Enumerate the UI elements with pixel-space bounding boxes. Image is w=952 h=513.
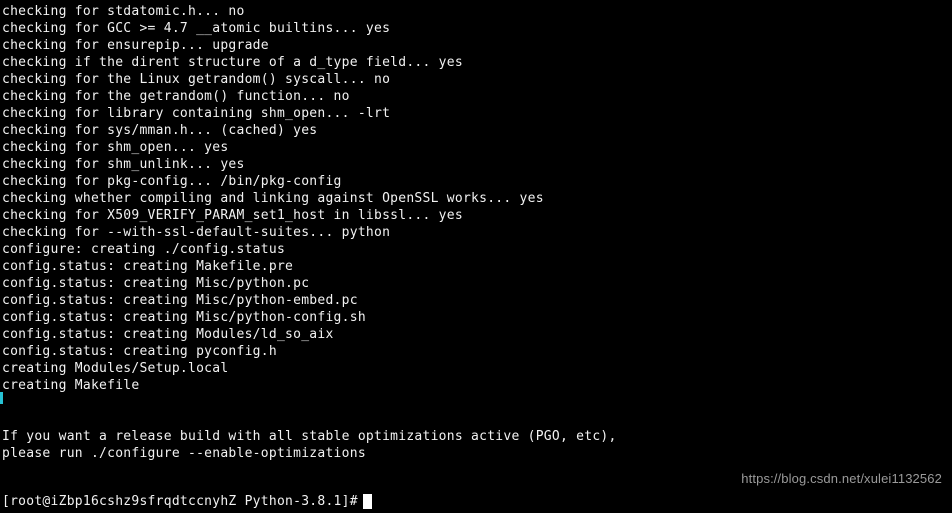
- terminal-line: config.status: creating Modules/ld_so_ai…: [2, 327, 334, 342]
- text-cursor-block: [362, 494, 372, 509]
- terminal-line: checking for shm_open... yes: [2, 140, 229, 155]
- terminal-line: creating Makefile: [2, 378, 140, 393]
- terminal-line: checking for pkg-config... /bin/pkg-conf…: [2, 174, 342, 189]
- terminal-line: config.status: creating pyconfig.h: [2, 344, 277, 359]
- terminal-line: config.status: creating Misc/python-conf…: [2, 310, 366, 325]
- terminal-line: checking for ensurepip... upgrade: [2, 38, 269, 53]
- terminal-line: checking for the Linux getrandom() sysca…: [2, 72, 391, 87]
- terminal-window[interactable]: checking for stdatomic.h... no checking f…: [0, 0, 952, 513]
- terminal-line: checking for X509_VERIFY_PARAM_set1_host…: [2, 208, 463, 223]
- terminal-line: checking for shm_unlink... yes: [2, 157, 245, 172]
- terminal-line: configure: creating ./config.status: [2, 242, 286, 257]
- terminal-line: config.status: creating Misc/python.pc: [2, 276, 310, 291]
- terminal-line: please run ./configure --enable-optimiza…: [2, 446, 366, 461]
- terminal-line: checking whether compiling and linking a…: [2, 191, 544, 206]
- terminal-line: checking for the getrandom() function...…: [2, 89, 350, 104]
- scroll-position-marker: [0, 392, 3, 404]
- terminal-line: checking for GCC >= 4.7 __atomic builtin…: [2, 21, 391, 36]
- terminal-line: checking for library containing shm_open…: [2, 106, 391, 121]
- terminal-line: config.status: creating Makefile.pre: [2, 259, 294, 274]
- terminal-line: creating Modules/Setup.local: [2, 361, 229, 376]
- watermark-label: https://blog.csdn.net/xulei1132562: [741, 471, 942, 486]
- terminal-line: checking for sys/mman.h... (cached) yes: [2, 123, 318, 138]
- terminal-line: checking for stdatomic.h... no: [2, 4, 245, 19]
- terminal-line: If you want a release build with all sta…: [2, 429, 617, 444]
- terminal-line: config.status: creating Misc/python-embe…: [2, 293, 358, 308]
- terminal-output: checking for stdatomic.h... no checking f…: [0, 3, 952, 496]
- terminal-line: checking if the dirent structure of a d_…: [2, 55, 463, 70]
- shell-prompt-text: [root@iZbp16cshz9sfrqdtccnyhZ Python-3.8…: [2, 494, 358, 509]
- terminal-line: checking for --with-ssl-default-suites..…: [2, 225, 391, 240]
- shell-prompt-line[interactable]: [root@iZbp16cshz9sfrqdtccnyhZ Python-3.8…: [2, 493, 372, 510]
